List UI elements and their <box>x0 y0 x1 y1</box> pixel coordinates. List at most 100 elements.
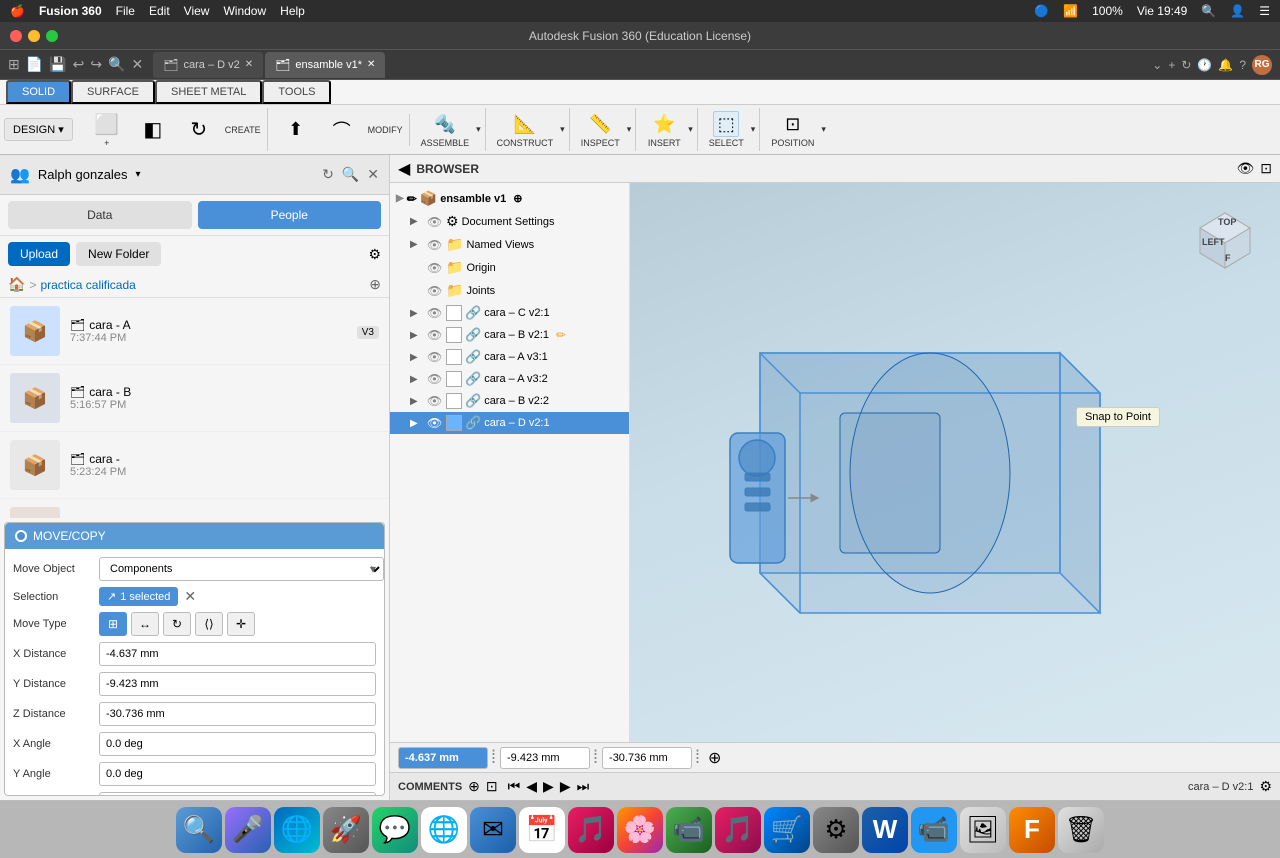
dock-siri[interactable]: 🎤 <box>225 807 271 853</box>
construct-btn[interactable]: 📐 CONSTRUCT <box>492 108 559 151</box>
visibility-icon[interactable]: 👁 <box>427 350 443 364</box>
assemble-arrow[interactable]: ▾ <box>476 124 481 135</box>
free-move-btn[interactable]: ⊞ <box>99 612 127 636</box>
expand-icon[interactable]: ▶ <box>410 396 424 407</box>
dock-facetime[interactable]: 📹 <box>666 807 712 853</box>
point-to-position-btn[interactable]: ✛ <box>227 612 255 636</box>
tree-item[interactable]: ▶ 👁 ⚙ Document Settings <box>390 210 629 233</box>
help-icon[interactable]: ? <box>1239 58 1246 72</box>
user-avatar[interactable]: RG <box>1252 55 1272 75</box>
select-btn[interactable]: ⬚ SELECT <box>704 108 749 151</box>
tab-sheet-metal[interactable]: SHEET METAL <box>155 80 262 104</box>
close-sidebar-icon[interactable]: ✕ <box>367 166 379 183</box>
visibility-icon[interactable]: 👁 <box>427 328 443 342</box>
breadcrumb-text[interactable]: practica calificada <box>40 278 135 292</box>
z-coord-input[interactable] <box>602 747 692 769</box>
select-arrow[interactable]: ▾ <box>751 124 756 135</box>
visibility-icon[interactable]: 👁 <box>427 394 443 408</box>
design-button[interactable]: DESIGN ▾ <box>4 118 73 141</box>
menu-help[interactable]: Help <box>280 4 305 18</box>
tab-people-btn[interactable]: People <box>198 201 382 229</box>
expand-icon[interactable]: ▶ <box>410 239 424 250</box>
dock-trash[interactable]: 🗑 <box>1058 807 1104 853</box>
x-angle-input[interactable] <box>99 732 376 756</box>
clock-icon[interactable]: 🕐 <box>1197 58 1212 72</box>
y-coord-input[interactable] <box>500 747 590 769</box>
menu-extras-icon[interactable]: ☰ <box>1259 4 1270 18</box>
menu-window[interactable]: Window <box>223 4 266 18</box>
pencil-icon[interactable]: ✏ <box>556 328 566 342</box>
visibility-icon[interactable]: 👁 <box>427 215 443 229</box>
tree-item[interactable]: ▶ 👁 🔗 cara – C v2:1 <box>390 302 629 324</box>
tree-item[interactable]: ▶ 👁 📁 Origin <box>390 256 629 279</box>
move-object-select[interactable]: Components <box>99 557 384 581</box>
tree-item[interactable]: ▶ 👁 🔗 cara – B v2:2 <box>390 390 629 412</box>
close-toolbar-icon[interactable]: ✕ <box>132 56 144 73</box>
collapse-browser-icon[interactable]: ◀ <box>398 159 410 179</box>
redo-icon[interactable]: ↪ <box>90 56 102 73</box>
insert-arrow[interactable]: ▾ <box>688 124 693 135</box>
visibility-icon[interactable]: 👁 <box>427 306 443 320</box>
tree-item[interactable]: ▶ 👁 🔗 cara – B v2:1 ✏ <box>390 324 629 346</box>
visibility-icon[interactable]: 👁 <box>427 284 443 298</box>
search-toolbar-icon[interactable]: 🔍 <box>108 56 125 73</box>
add-comment-icon[interactable]: ⊕ <box>468 778 480 795</box>
tab-tools[interactable]: TOOLS <box>262 80 331 104</box>
selected-button[interactable]: ↗ 1 selected <box>99 587 178 606</box>
dock-mail[interactable]: ✉ <box>470 807 516 853</box>
menu-edit[interactable]: Edit <box>149 4 170 18</box>
nav-next-icon[interactable]: ▶ <box>560 778 571 795</box>
dock-chrome[interactable]: 🌐 <box>421 807 467 853</box>
extrude-btn[interactable]: ◧ <box>131 114 175 146</box>
dock-launchpad[interactable]: 🚀 <box>323 807 369 853</box>
tree-item[interactable]: ▶ 👁 📁 Named Views <box>390 233 629 256</box>
tab-solid[interactable]: SOLID <box>6 80 71 104</box>
list-item[interactable]: 📦 🗂 cara - A 7:37:44 PM V3 <box>0 298 389 365</box>
assemble-btn[interactable]: 🔩 ASSEMBLE <box>416 108 475 151</box>
tree-expand-icon[interactable]: ▶ <box>396 193 404 204</box>
user-icon[interactable]: 👤 <box>1230 4 1245 18</box>
list-item[interactable]: 📦 🗂 cara - 5:23:24 PM <box>0 432 389 499</box>
dock-music[interactable]: 🎵 <box>568 807 614 853</box>
selection-clear-button[interactable]: ✕ <box>184 588 196 605</box>
expand-icon[interactable]: ▶ <box>410 308 424 319</box>
bell-icon[interactable]: 🔔 <box>1218 58 1233 72</box>
construct-arrow[interactable]: ▾ <box>560 124 565 135</box>
position-arrow[interactable]: ▾ <box>821 124 826 135</box>
grid-icon[interactable]: ⊞ <box>8 56 20 73</box>
bottom-settings-icon[interactable]: ⚙ <box>1259 778 1272 795</box>
tree-item[interactable]: ▶ 👁 🔗 cara – A v3:1 <box>390 346 629 368</box>
dock-itunes[interactable]: 🎵 <box>715 807 761 853</box>
tab1-close[interactable]: ✕ <box>245 59 253 70</box>
refresh-icon[interactable]: ↻ <box>1181 58 1191 72</box>
tab-data-btn[interactable]: Data <box>8 201 192 229</box>
tab-ensamble[interactable]: 🗂 ensamble v1* ✕ <box>265 52 385 78</box>
dock-calendar[interactable]: 📅 <box>519 807 565 853</box>
tab-surface[interactable]: SURFACE <box>71 80 155 104</box>
expand-icon[interactable]: ▶ <box>410 216 424 227</box>
new-tab-icon[interactable]: + <box>1168 58 1175 72</box>
upload-button[interactable]: Upload <box>8 242 70 266</box>
dock-finder[interactable]: 🔍 <box>176 807 222 853</box>
tab2-close[interactable]: ✕ <box>367 59 375 70</box>
tree-item-selected[interactable]: ▶ 👁 🔗 cara – D v2:1 <box>390 412 629 434</box>
breadcrumb-settings-icon[interactable]: ⊕ <box>369 276 381 293</box>
expand-icon[interactable]: ▶ <box>410 374 424 385</box>
rotate-btn[interactable]: ↻ <box>163 612 191 636</box>
refresh-icon[interactable]: ↻ <box>322 166 334 183</box>
expand-icon[interactable]: ▶ <box>410 330 424 341</box>
inspect-btn[interactable]: 📏 INSPECT <box>576 108 625 151</box>
expand-browser-icon[interactable]: ⊡ <box>1260 160 1272 177</box>
list-item[interactable]: 📦 🗂 cara - 5:36:21 PM <box>0 499 389 518</box>
visibility-icon[interactable]: 👁 <box>427 372 443 386</box>
dock-whatsapp[interactable]: 💬 <box>372 807 418 853</box>
position-btn[interactable]: ⊡ POSITION <box>766 108 819 151</box>
search-icon[interactable]: 🔍 <box>1201 4 1216 18</box>
translate-btn[interactable]: ↔ <box>131 612 159 636</box>
search-icon[interactable]: 🔍 <box>342 166 359 183</box>
create-sketch-btn[interactable]: ⬜ + <box>85 108 129 151</box>
dock-safari[interactable]: 🌐 <box>274 807 320 853</box>
dock-preview[interactable]: 🖼 <box>960 807 1006 853</box>
y-angle-input[interactable] <box>99 762 376 786</box>
inspect-arrow[interactable]: ▾ <box>627 124 632 135</box>
